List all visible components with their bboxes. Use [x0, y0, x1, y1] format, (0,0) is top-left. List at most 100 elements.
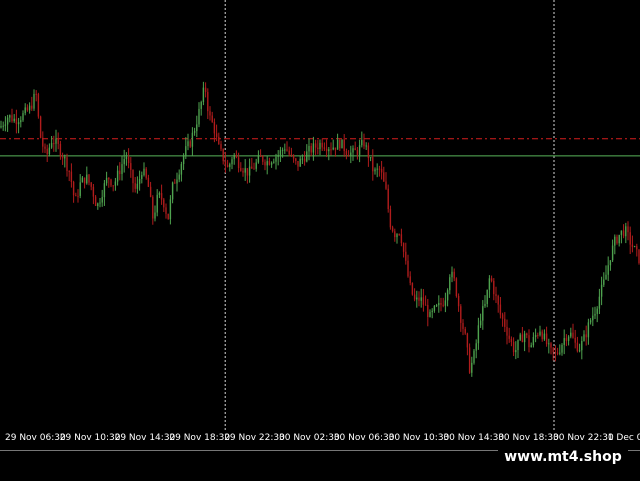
candle-body [112, 185, 114, 187]
candle-body [94, 196, 97, 207]
candle-body [537, 334, 539, 336]
candle-body [198, 108, 200, 125]
candle-body [541, 331, 543, 340]
candle-body [510, 338, 513, 342]
candle-body [103, 183, 106, 198]
candle-body [567, 336, 570, 341]
candle-body [145, 168, 147, 178]
candle-body [26, 107, 29, 111]
candle-body [163, 199, 165, 208]
candle-body [495, 294, 497, 297]
candle-body [218, 136, 220, 145]
candle-body [352, 148, 354, 153]
candle-body [61, 156, 64, 159]
candle-body [297, 160, 299, 167]
candle-body [35, 93, 37, 95]
candle-body [336, 139, 339, 150]
candle-body [277, 154, 279, 157]
candle-body [299, 158, 301, 167]
candle-body [442, 304, 444, 306]
candle-body [108, 177, 110, 180]
candle-body [449, 277, 451, 291]
candle-body [380, 168, 383, 173]
candle-body [490, 278, 493, 281]
candle-body [248, 166, 251, 176]
candle-body [585, 334, 587, 338]
candle-body [187, 141, 189, 147]
time-tick-label: 29 Nov 22:30 [224, 433, 285, 443]
candle-body [484, 303, 486, 307]
candle-body [440, 302, 442, 305]
candle-body [479, 320, 482, 326]
candle-body [515, 350, 517, 353]
candle-body [207, 92, 209, 112]
candle-body [220, 144, 222, 149]
candle-body [453, 271, 455, 279]
candle-body [229, 164, 231, 167]
chart-canvas[interactable] [0, 0, 640, 430]
candle-body [55, 138, 57, 144]
candle-body [312, 143, 315, 153]
candle-body [394, 231, 396, 238]
candle-body [405, 251, 407, 261]
candle-body [193, 131, 196, 133]
candle-body [323, 147, 326, 149]
candle-body [251, 166, 253, 169]
candle-body [385, 181, 387, 189]
candle-body [462, 322, 464, 329]
candle-body [477, 325, 480, 344]
candle-body [519, 334, 521, 340]
candle-body [328, 149, 330, 152]
candle-body [378, 168, 381, 170]
candle-body [497, 296, 499, 305]
candle-body [636, 246, 638, 250]
candle-body [361, 140, 363, 146]
candle-body [488, 278, 491, 290]
candle-body [44, 146, 46, 149]
candle-body [264, 161, 266, 166]
candle-body [286, 149, 288, 151]
candle-body [372, 157, 374, 172]
candle-body [383, 172, 385, 182]
candle-body [532, 337, 535, 346]
candle-body [565, 338, 568, 341]
candle-body [48, 147, 51, 155]
candle-body [99, 202, 101, 204]
candle-body [506, 326, 508, 336]
candle-body [237, 157, 240, 169]
candle-body [233, 155, 235, 160]
candle-body [11, 115, 13, 122]
candle-body [512, 341, 515, 353]
candle-body [310, 145, 312, 153]
candle-body [97, 203, 99, 207]
candle-body [499, 304, 502, 315]
candle-body [471, 362, 473, 373]
candle-body [308, 145, 310, 152]
candle-body [411, 282, 414, 295]
candle-body [561, 344, 563, 353]
candle-body [376, 168, 378, 170]
candle-body [559, 352, 561, 354]
candle-body [501, 314, 504, 319]
candle-body [178, 174, 180, 180]
candle-body [275, 156, 277, 162]
candle-body [460, 306, 462, 323]
candle-body [605, 274, 607, 280]
candle-body [255, 162, 257, 169]
candle-body [339, 139, 341, 149]
time-tick-label: 30 Nov 14:30 [443, 433, 505, 443]
candle-body [149, 186, 152, 197]
candle-body [365, 145, 367, 147]
candle-body [242, 170, 244, 173]
candle-body [123, 159, 125, 165]
candle-body [508, 335, 510, 339]
candle-body [398, 234, 400, 236]
candle-body [592, 315, 594, 321]
candle-body [158, 193, 161, 195]
candle-body [231, 159, 233, 165]
candle-body [132, 169, 134, 184]
candle-body [332, 147, 334, 150]
candle-body [191, 132, 194, 147]
price-chart[interactable] [0, 0, 640, 430]
candle-body [563, 338, 565, 345]
